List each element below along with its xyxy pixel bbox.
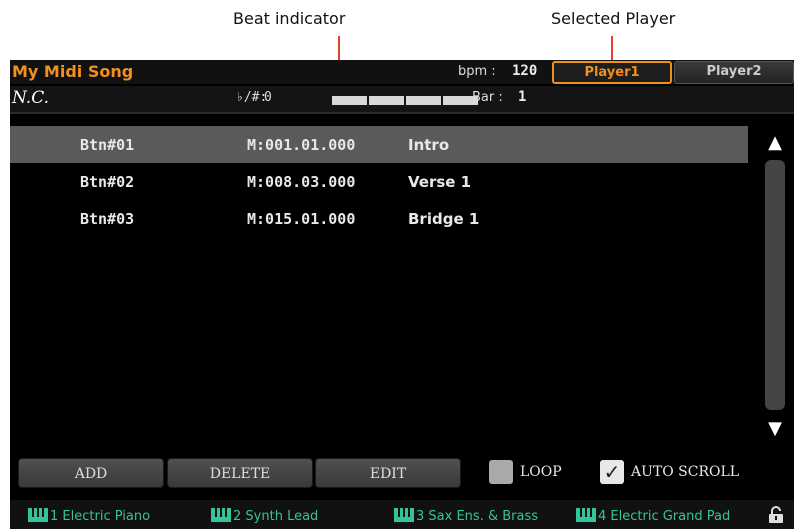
marker-position: M:001.01.000 xyxy=(247,136,356,154)
selected-player-callout-line xyxy=(611,36,613,62)
auto-scroll-label: AUTO SCROLL xyxy=(631,464,740,480)
chord-display: N.C. xyxy=(12,88,49,108)
loop-label: LOOP xyxy=(520,464,562,480)
marker-position: M:015.01.000 xyxy=(247,210,356,228)
bpm-label: bpm : xyxy=(458,64,496,79)
bar-value: 1 xyxy=(518,89,527,105)
accidental-label: ♭/#: xyxy=(236,90,268,105)
track-number: 2 xyxy=(233,509,242,524)
scroll-up-icon[interactable]: ▲ xyxy=(762,130,788,156)
bar-label: Bar : xyxy=(472,90,503,105)
keyboard-icon xyxy=(576,508,596,522)
track-name: Synth Lead xyxy=(245,509,319,524)
tab-player2[interactable]: Player2 xyxy=(674,61,794,84)
beat-segment xyxy=(406,96,441,105)
add-button[interactable]: ADD xyxy=(18,458,164,488)
marker-name: Bridge 1 xyxy=(408,210,480,228)
beat-indicator-callout: Beat indicator xyxy=(233,9,346,28)
unlock-icon[interactable] xyxy=(766,506,786,524)
transport-info-bar: N.C. ♭/#: 0 Bar : 1 xyxy=(10,86,794,114)
beat-segment xyxy=(369,96,404,105)
marker-list: Btn#01 M:001.01.000 Intro Btn#02 M:008.0… xyxy=(10,126,750,237)
list-item[interactable]: Btn#01 M:001.01.000 Intro xyxy=(10,126,748,163)
track-name: Electric Piano xyxy=(62,509,151,524)
tab-player1[interactable]: Player1 xyxy=(552,61,672,84)
song-title: My Midi Song xyxy=(12,62,134,81)
beat-segment xyxy=(332,96,367,105)
track-item[interactable]: 2 Synth Lead xyxy=(211,508,318,524)
marker-name: Intro xyxy=(408,136,450,154)
delete-button[interactable]: DELETE xyxy=(167,458,313,488)
auto-scroll-checkbox[interactable]: ✓ xyxy=(600,460,624,484)
keyboard-icon xyxy=(394,508,414,522)
keyboard-icon xyxy=(28,508,48,522)
list-item[interactable]: Btn#02 M:008.03.000 Verse 1 xyxy=(10,163,748,200)
song-header: My Midi Song bpm : 120 Player1 Player2 xyxy=(10,60,794,84)
selected-player-callout: Selected Player xyxy=(551,9,676,28)
checkmark-icon: ✓ xyxy=(603,460,621,484)
track-item[interactable]: 4 Electric Grand Pad xyxy=(576,508,730,524)
track-number: 1 xyxy=(50,509,59,524)
marker-button: Btn#03 xyxy=(80,210,135,228)
accidental-value: 0 xyxy=(264,90,272,105)
scrollbar-track[interactable] xyxy=(765,160,785,410)
edit-button[interactable]: EDIT xyxy=(315,458,461,488)
track-name: Electric Grand Pad xyxy=(610,509,731,524)
track-item[interactable]: 1 Electric Piano xyxy=(28,508,150,524)
bpm-value: 120 xyxy=(512,63,538,79)
track-item[interactable]: 3 Sax Ens. & Brass xyxy=(394,508,538,524)
keyboard-icon xyxy=(211,508,231,522)
loop-checkbox[interactable] xyxy=(489,460,513,484)
beat-indicator xyxy=(332,96,478,105)
marker-position: M:008.03.000 xyxy=(247,173,356,191)
track-bar: 1 Electric Piano 2 Synth Lead 3 Sax Ens.… xyxy=(10,500,794,529)
track-number: 4 xyxy=(598,509,607,524)
list-item[interactable]: Btn#03 M:015.01.000 Bridge 1 xyxy=(10,200,748,237)
track-name: Sax Ens. & Brass xyxy=(428,509,539,524)
marker-name: Verse 1 xyxy=(408,173,472,191)
marker-button: Btn#02 xyxy=(80,173,135,191)
midi-song-screen: My Midi Song bpm : 120 Player1 Player2 N… xyxy=(10,60,794,529)
track-number: 3 xyxy=(416,509,425,524)
scroll-down-icon[interactable]: ▼ xyxy=(762,416,788,442)
marker-button: Btn#01 xyxy=(80,136,135,154)
